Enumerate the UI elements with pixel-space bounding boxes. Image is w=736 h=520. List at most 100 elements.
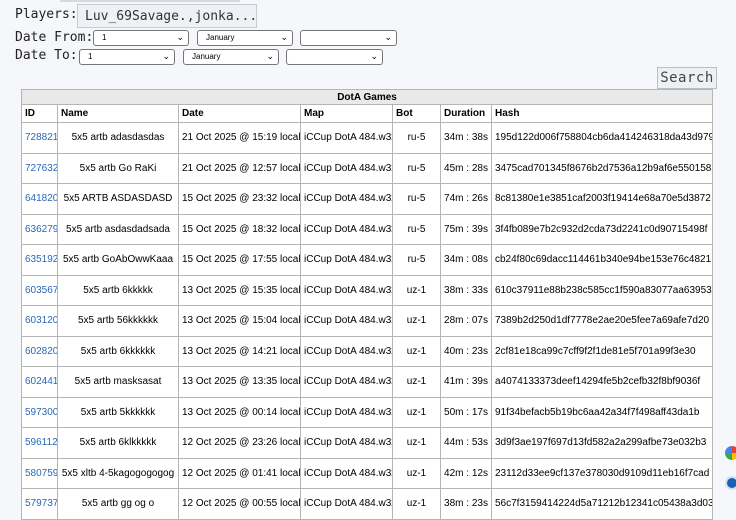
game-date-text: 12 Oct 2025 @ 00:55 local — [182, 498, 301, 510]
game-duration-cell: 44m : 53s — [440, 427, 492, 459]
game-name-text: 5x5 artb masksasat — [74, 376, 162, 388]
game-hash-cell: cb24f80c69dacc114461b340e94be153e76c4821 — [490, 244, 714, 276]
date-from-row: Date From: — [15, 30, 93, 45]
game-bot-text: uz-1 — [406, 467, 427, 479]
game-id-link[interactable]: 597300 — [25, 407, 57, 418]
game-map-text: iCCup DotA 484.w3x — [304, 467, 393, 479]
game-id-cell: 602441 — [21, 366, 58, 398]
date-from-month-value: January — [206, 33, 235, 42]
game-hash-text: 3d9f3ae197f697d13fd582a2a299afbe73e032b3 — [495, 437, 707, 449]
date-from-year-select[interactable]: ⌄ — [300, 30, 397, 46]
game-bot-text: uz-1 — [406, 345, 427, 357]
game-name-cell: 5x5 artb asdasdadsada — [57, 213, 179, 245]
date-to-day-value: 1 — [88, 52, 93, 61]
date-to-year-select[interactable]: ⌄ — [286, 49, 383, 65]
date-from-day-select[interactable]: 1 ⌄ — [93, 30, 189, 46]
game-map-text: iCCup DotA 484.w3x — [304, 437, 393, 449]
game-id-link[interactable]: 602820 — [25, 346, 57, 357]
game-date-cell: 15 Oct 2025 @ 23:32 local — [178, 183, 301, 215]
game-hash-cell: 8c81380e1e3851caf2003f19414e68a70e5d3872 — [490, 183, 714, 215]
date-to-month-select[interactable]: January ⌄ — [183, 49, 279, 65]
colorful-app-icon[interactable] — [725, 446, 736, 460]
game-id-link[interactable]: 603567 — [25, 285, 57, 296]
game-duration-cell: 45m : 28s — [440, 152, 492, 184]
game-duration-cell: 50m : 17s — [440, 396, 492, 428]
game-date-cell: 15 Oct 2025 @ 17:55 local — [178, 244, 301, 276]
game-map-cell: iCCup DotA 484.w3x — [300, 244, 393, 276]
game-bot-text: uz-1 — [406, 437, 427, 449]
game-hash-text: 7389b2d250d1df7778e2ae20e5fee7a69afe7d20 — [495, 315, 710, 327]
game-id-link[interactable]: 603120 — [25, 315, 57, 326]
game-hash-text: 610c37911e88b238c585cc1f590a83077aa63953 — [495, 284, 712, 296]
game-bot-cell: uz-1 — [392, 274, 441, 306]
column-header-date: Date — [178, 104, 301, 123]
game-map-cell: iCCup DotA 484.w3x — [300, 305, 393, 337]
game-hash-text: 3f4fb089e7b2c932d2cda73d2241c0d90715498f — [495, 223, 708, 235]
game-date-text: 12 Oct 2025 @ 23:26 local — [182, 437, 301, 449]
game-id-link[interactable]: 580759 — [25, 468, 57, 479]
game-hash-text: 8c81380e1e3851caf2003f19414e68a70e5d3872 — [495, 193, 711, 205]
game-date-cell: 13 Oct 2025 @ 00:14 local — [178, 396, 301, 428]
game-name-cell: 5x5 artb GoAbOwwKaaa — [57, 244, 179, 276]
game-id-link[interactable]: 579737 — [25, 498, 57, 509]
game-duration-cell: 34m : 38s — [440, 122, 492, 154]
game-name-cell: 5x5 artb Go RaKi — [57, 152, 179, 184]
game-name-cell: 5x5 ARTB ASDASDASD — [57, 183, 179, 215]
date-to-day-select[interactable]: 1 ⌄ — [79, 49, 175, 65]
chevron-down-icon: ⌄ — [280, 32, 288, 42]
game-id-link[interactable]: 641820 — [25, 193, 57, 204]
game-name-cell: 5x5 artb 6kkkkkk — [57, 335, 179, 367]
game-hash-text: cb24f80c69dacc114461b340e94be153e76c4821 — [495, 254, 712, 266]
table-caption: DotA Games — [20, 89, 714, 105]
table-row: 727632 5x5 artb Go RaKi 21 Oct 2025 @ 12:5… — [21, 152, 714, 184]
game-hash-cell: 3d9f3ae197f697d13fd582a2a299afbe73e032b3 — [490, 427, 714, 459]
date-to-month-value: January — [192, 52, 221, 61]
game-date-text: 13 Oct 2025 @ 15:35 local — [182, 284, 301, 296]
game-id-link[interactable]: 728821 — [25, 132, 57, 143]
game-duration-cell: 42m : 12s — [440, 457, 492, 489]
game-duration-text: 45m : 28s — [444, 162, 488, 174]
chevron-down-icon: ⌄ — [162, 51, 170, 61]
game-name-text: 5x5 artb GoAbOwwKaaa — [62, 254, 174, 266]
game-date-cell: 12 Oct 2025 @ 01:41 local — [178, 457, 301, 489]
game-hash-cell: 610c37911e88b238c585cc1f590a83077aa63953 — [490, 274, 714, 306]
game-name-text: 5x5 artb 6kkkkkk — [80, 345, 156, 357]
table-row: 597300 5x5 artb 5kkkkkk 13 Oct 2025 @ 00:1… — [21, 396, 714, 428]
game-hash-text: 23112d33ee9cf137e378030d9109d11eb16f7cad — [495, 467, 710, 479]
game-id-cell: 641820 — [21, 183, 58, 215]
game-date-text: 12 Oct 2025 @ 01:41 local — [182, 467, 301, 479]
blue-app-icon[interactable] — [725, 476, 736, 490]
column-header-duration: Duration — [440, 104, 492, 123]
game-map-text: iCCup DotA 484.w3x — [304, 315, 393, 327]
chevron-down-icon: ⌄ — [384, 32, 392, 42]
game-duration-text: 50m : 17s — [444, 406, 488, 418]
game-date-text: 21 Oct 2025 @ 12:57 local — [182, 162, 301, 174]
game-id-link[interactable]: 727632 — [25, 163, 57, 174]
search-button[interactable]: Search — [657, 67, 717, 89]
game-name-cell: 5x5 artb masksasat — [57, 366, 179, 398]
game-name-text: 5x5 artb 6kkkkk — [83, 284, 153, 296]
game-id-link[interactable]: 635192 — [25, 254, 57, 265]
game-bot-text: ru-5 — [407, 132, 426, 144]
date-from-month-select[interactable]: January ⌄ — [197, 30, 293, 46]
game-hash-text: 3475cad701345f8676b2d7536a12b9af6e550158 — [495, 162, 712, 174]
players-input[interactable]: Luv_69Savage.,jonka..... — [77, 4, 257, 28]
table-row: 728821 5x5 artb adasdasdas 21 Oct 2025 @ 1… — [21, 122, 714, 154]
game-name-cell: 5x5 artb adasdasdas — [57, 122, 179, 154]
game-id-cell: 603567 — [21, 274, 58, 306]
chevron-down-icon: ⌄ — [266, 51, 274, 61]
game-duration-text: 44m : 53s — [444, 437, 488, 449]
game-name-text: 5x5 artb 56kkkkkk — [77, 315, 159, 327]
game-name-text: 5x5 artb gg og o — [81, 498, 155, 510]
game-map-text: iCCup DotA 484.w3x — [304, 193, 393, 205]
players-label: Players: — [15, 7, 78, 22]
game-duration-text: 75m : 39s — [444, 223, 488, 235]
game-id-cell: 636279 — [21, 213, 58, 245]
game-id-link[interactable]: 636279 — [25, 224, 57, 235]
game-id-link[interactable]: 602441 — [25, 376, 57, 387]
game-date-cell: 15 Oct 2025 @ 18:32 local — [178, 213, 301, 245]
game-duration-cell: 38m : 33s — [440, 274, 492, 306]
game-id-link[interactable]: 596112 — [25, 437, 57, 448]
column-header-bot: Bot — [392, 104, 441, 123]
column-header-hash: Hash — [490, 104, 714, 123]
